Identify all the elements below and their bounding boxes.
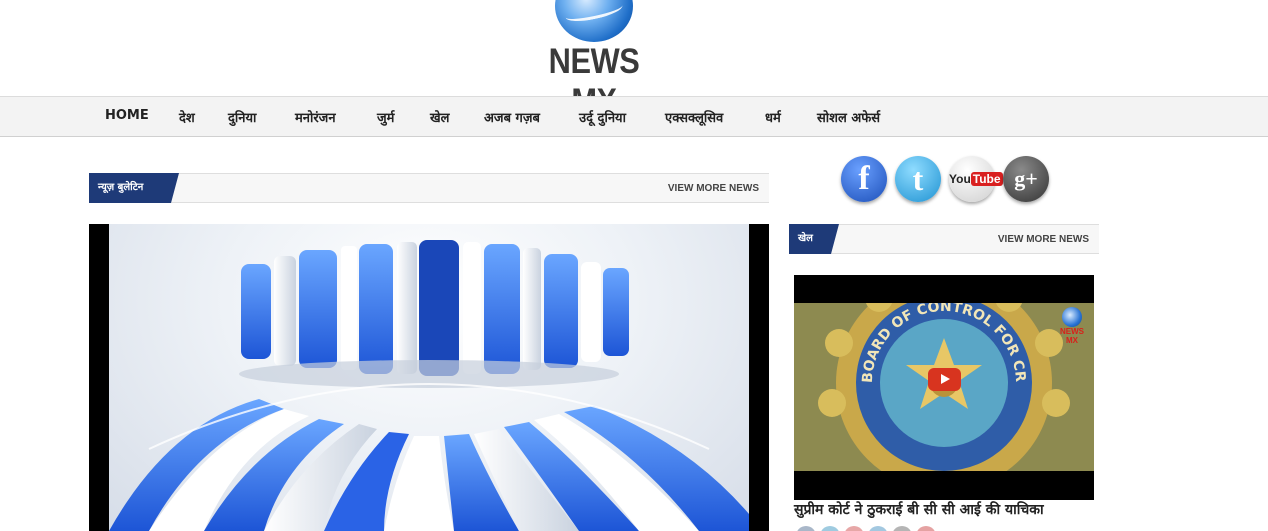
nav-item-duniya[interactable]: दुनिया (228, 108, 256, 126)
share-facebook-icon[interactable] (796, 526, 816, 531)
news-bulletin-video-player[interactable] (89, 224, 769, 531)
nav-item-home[interactable]: HOME (105, 108, 149, 123)
share-email-icon[interactable] (892, 526, 912, 531)
nav-item-exclusive[interactable]: एक्सक्लूसिव (665, 108, 723, 126)
play-icon (941, 374, 950, 384)
share-pinterest-icon[interactable] (916, 526, 936, 531)
nav-item-khel[interactable]: खेल (430, 108, 449, 126)
watermark-globe-icon (1062, 307, 1082, 327)
youtube-glyph-tube: Tube (970, 172, 1003, 187)
main-nav: HOME देश दुनिया मनोरंजन जुर्म खेल अजब गज… (0, 96, 1268, 137)
site-logo[interactable]: NEWS MX (528, 0, 660, 121)
side-video-frame: BOARD OF CONTROL FOR CRICKET IN INDIA NE… (794, 303, 1094, 471)
play-button[interactable] (928, 368, 961, 391)
news-bulletin-header: न्यूज़ बुलेटिन VIEW MORE NEWS (89, 173, 769, 203)
google-plus-icon[interactable]: g+ (1003, 156, 1049, 202)
nav-item-jurm[interactable]: जुर्म (377, 108, 394, 126)
youtube-icon[interactable]: You Tube (949, 156, 1003, 202)
youtube-glyph: You Tube (949, 171, 1003, 187)
share-google-icon[interactable] (844, 526, 864, 531)
facebook-glyph: f (858, 160, 870, 197)
nav-item-ajab-gazab[interactable]: अजब गज़ब (484, 108, 540, 126)
khel-video-caption-link[interactable]: सुप्रीम कोर्ट ने ठुकराई बी सी सी आई की य… (794, 500, 1044, 519)
globe-logo-icon (555, 0, 633, 42)
nav-item-social-affairs[interactable]: सोशल अफेर्स (817, 108, 880, 126)
share-twitter-icon[interactable] (820, 526, 840, 531)
page: NEWS MX HOME देश दुनिया मनोरंजन जुर्म खे… (0, 0, 1268, 531)
khel-video-player[interactable]: BOARD OF CONTROL FOR CRICKET IN INDIA NE… (794, 275, 1094, 500)
twitter-icon[interactable]: t (895, 156, 941, 202)
video-frame (109, 224, 749, 531)
khel-view-more-link[interactable]: VIEW MORE NEWS (998, 234, 1089, 245)
watermark-text: NEWS MX (1060, 327, 1084, 345)
nav-item-manoranjan[interactable]: मनोरंजन (295, 108, 336, 126)
khel-section-header: खेल VIEW MORE NEWS (789, 224, 1099, 254)
facebook-icon[interactable]: f (841, 156, 887, 202)
khel-section-title: खेल (789, 224, 839, 254)
share-linkedin-icon[interactable] (868, 526, 888, 531)
channel-watermark: NEWS MX (1053, 307, 1091, 345)
news-bulletin-title: न्यूज़ बुलेटिन (89, 173, 179, 203)
news-bulletin-view-more-link[interactable]: VIEW MORE NEWS (668, 183, 759, 194)
youtube-glyph-you: You (949, 172, 971, 187)
twitter-glyph: t (912, 161, 924, 197)
nav-item-dharm[interactable]: धर्म (765, 108, 781, 126)
nav-item-desh[interactable]: देश (179, 108, 195, 126)
google-plus-glyph: g+ (1014, 166, 1038, 191)
video-thumbnail-graphic (109, 240, 749, 531)
nav-item-urdu-duniya[interactable]: उर्दू दुनिया (579, 108, 626, 126)
